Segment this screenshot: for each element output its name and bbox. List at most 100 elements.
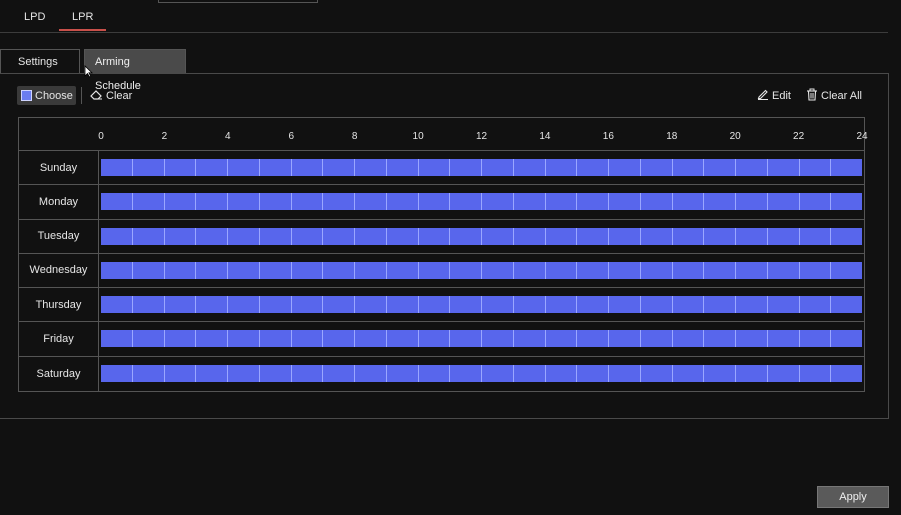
schedule-slot[interactable] [101, 159, 133, 176]
schedule-slot[interactable] [672, 159, 705, 176]
schedule-slot[interactable] [799, 330, 832, 348]
schedule-slot[interactable] [418, 227, 451, 245]
schedule-slot[interactable] [736, 159, 768, 176]
schedule-slot[interactable] [132, 227, 165, 245]
schedule-slot[interactable] [196, 364, 228, 382]
schedule-slot[interactable] [450, 296, 482, 314]
schedule-slot[interactable] [196, 261, 228, 279]
schedule-slot[interactable] [513, 261, 546, 279]
schedule-slot[interactable] [132, 159, 165, 176]
schedule-slot[interactable] [132, 330, 165, 348]
schedule-slot[interactable] [513, 364, 546, 382]
schedule-slot[interactable] [640, 261, 673, 279]
schedule-slot[interactable] [545, 296, 578, 314]
schedule-slot[interactable] [482, 261, 514, 279]
schedule-slot[interactable] [767, 193, 800, 211]
schedule-slot[interactable] [513, 227, 546, 245]
clear-all-button[interactable]: Clear All [806, 86, 862, 105]
schedule-slot[interactable] [736, 261, 768, 279]
schedule-slot[interactable] [640, 364, 673, 382]
schedule-slot[interactable] [228, 193, 260, 211]
schedule-slot[interactable] [101, 193, 133, 211]
schedule-slot[interactable] [640, 330, 673, 348]
schedule-slot[interactable] [704, 296, 736, 314]
schedule-slot[interactable] [704, 364, 736, 382]
schedule-slot[interactable] [609, 159, 641, 176]
schedule-slot[interactable] [672, 261, 705, 279]
schedule-slot[interactable] [418, 330, 451, 348]
schedule-slot[interactable] [609, 330, 641, 348]
schedule-slot[interactable] [799, 364, 832, 382]
schedule-slot[interactable] [545, 330, 578, 348]
slot-track[interactable] [101, 227, 862, 245]
schedule-slot[interactable] [259, 296, 292, 314]
schedule-slot[interactable] [418, 159, 451, 176]
schedule-slot[interactable] [101, 261, 133, 279]
schedule-slot[interactable] [355, 193, 387, 211]
schedule-slot[interactable] [831, 261, 862, 279]
schedule-slot[interactable] [577, 364, 609, 382]
schedule-slot[interactable] [672, 296, 705, 314]
schedule-slot[interactable] [196, 296, 228, 314]
schedule-slot[interactable] [799, 296, 832, 314]
slot-track[interactable] [101, 193, 862, 211]
schedule-slot[interactable] [164, 296, 197, 314]
slot-track[interactable] [101, 330, 862, 348]
schedule-slot[interactable] [418, 261, 451, 279]
schedule-slot[interactable] [482, 330, 514, 348]
tab-lpr[interactable]: LPR [72, 11, 93, 23]
schedule-slot[interactable] [482, 296, 514, 314]
schedule-slot[interactable] [355, 330, 387, 348]
schedule-slot[interactable] [482, 193, 514, 211]
schedule-slot[interactable] [577, 227, 609, 245]
schedule-slot[interactable] [767, 261, 800, 279]
schedule-slot[interactable] [196, 159, 228, 176]
schedule-slot[interactable] [577, 330, 609, 348]
schedule-slot[interactable] [831, 227, 862, 245]
schedule-slot[interactable] [386, 159, 419, 176]
schedule-slot[interactable] [513, 296, 546, 314]
schedule-slot[interactable] [736, 193, 768, 211]
schedule-slot[interactable] [228, 227, 260, 245]
schedule-slot[interactable] [609, 364, 641, 382]
schedule-slot[interactable] [323, 193, 355, 211]
schedule-slot[interactable] [482, 159, 514, 176]
schedule-slot[interactable] [323, 227, 355, 245]
schedule-slot[interactable] [259, 159, 292, 176]
schedule-slot[interactable] [736, 330, 768, 348]
schedule-slot[interactable] [450, 227, 482, 245]
slot-track[interactable] [101, 296, 862, 314]
schedule-slot[interactable] [640, 227, 673, 245]
schedule-slot[interactable] [101, 227, 133, 245]
schedule-slot[interactable] [323, 159, 355, 176]
schedule-slot[interactable] [450, 193, 482, 211]
schedule-slot[interactable] [767, 296, 800, 314]
schedule-slot[interactable] [355, 296, 387, 314]
schedule-slot[interactable] [291, 296, 324, 314]
schedule-slot[interactable] [672, 227, 705, 245]
schedule-slot[interactable] [291, 330, 324, 348]
schedule-slot[interactable] [323, 296, 355, 314]
schedule-slot[interactable] [545, 159, 578, 176]
tab-settings[interactable]: Settings [0, 49, 80, 73]
schedule-slot[interactable] [736, 296, 768, 314]
schedule-slot[interactable] [323, 330, 355, 348]
schedule-slot[interactable] [799, 193, 832, 211]
schedule-slot[interactable] [482, 227, 514, 245]
clear-button[interactable]: Clear [90, 86, 132, 105]
schedule-slot[interactable] [323, 261, 355, 279]
schedule-slot[interactable] [386, 193, 419, 211]
schedule-slot[interactable] [704, 227, 736, 245]
schedule-slot[interactable] [704, 159, 736, 176]
schedule-slot[interactable] [736, 364, 768, 382]
schedule-slot[interactable] [132, 193, 165, 211]
choose-button[interactable]: Choose [17, 86, 76, 105]
apply-button[interactable]: Apply [817, 486, 889, 508]
schedule-slot[interactable] [259, 193, 292, 211]
schedule-slot[interactable] [799, 227, 832, 245]
schedule-slot[interactable] [386, 364, 419, 382]
schedule-slot[interactable] [450, 159, 482, 176]
schedule-slot[interactable] [196, 330, 228, 348]
schedule-slot[interactable] [228, 296, 260, 314]
schedule-slot[interactable] [609, 227, 641, 245]
